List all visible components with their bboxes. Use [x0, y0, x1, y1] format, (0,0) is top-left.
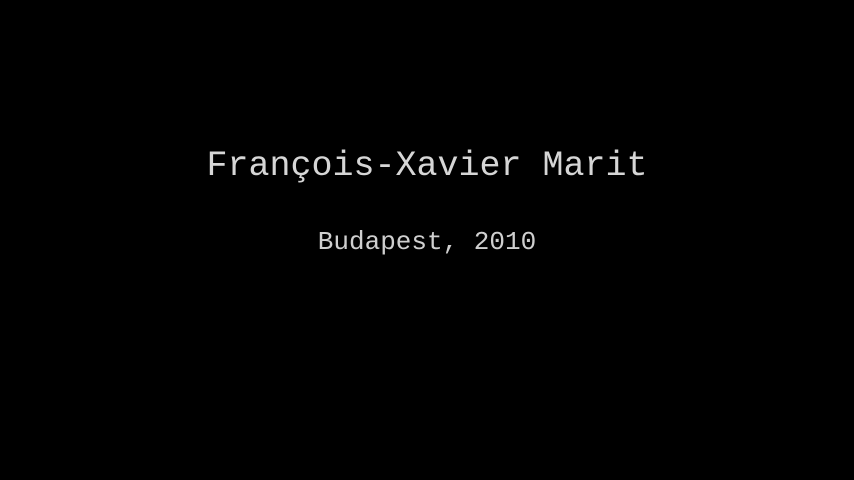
title-text: François-Xavier Marit — [206, 146, 648, 186]
subtitle-text: Budapest, 2010 — [317, 227, 537, 257]
